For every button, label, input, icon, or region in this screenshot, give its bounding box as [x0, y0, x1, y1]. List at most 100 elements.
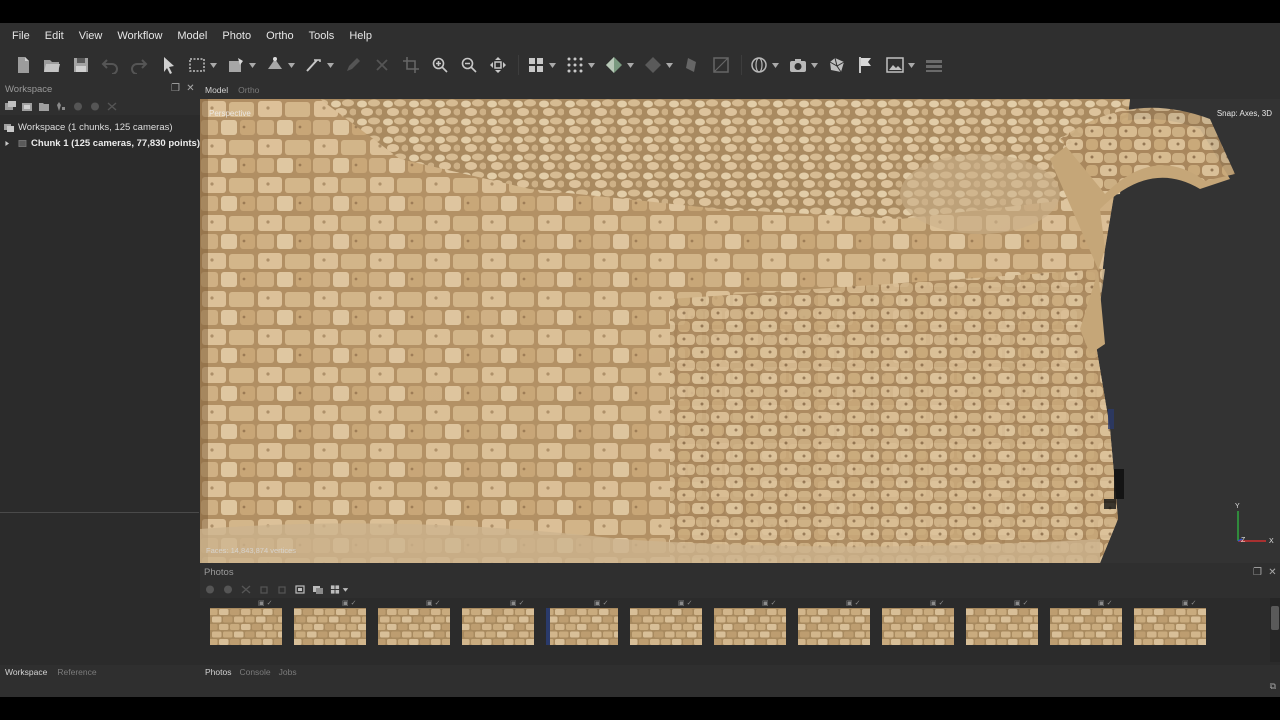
- photo-thumbnail[interactable]: ▣ ✓: [294, 600, 366, 645]
- reset-filter-icon[interactable]: [294, 584, 306, 595]
- add-chunk-icon[interactable]: [4, 101, 16, 112]
- region-icon[interactable]: [710, 54, 732, 76]
- delete-icon[interactable]: [371, 54, 393, 76]
- enable-icon[interactable]: [72, 101, 84, 112]
- menu-help[interactable]: Help: [349, 23, 372, 50]
- chunk-item[interactable]: Chunk 1 (125 cameras, 77,830 points): [0, 135, 200, 151]
- draw-polygon-icon[interactable]: [264, 54, 286, 76]
- photos-pane: Photos ❐ ✕ ▣ ✓ ▣ ✓ ▣ ✓ ▣ ✓ ▣ ✓ ▣ ✓ ▣ ✓ ▣ ✓ ▣ ✓ ▣ ✓ ▣ ✓ ▣ ✓: [200, 564, 1280, 665]
- chevron-down-icon[interactable]: [248, 54, 256, 76]
- menu-tools[interactable]: Tools: [309, 23, 335, 50]
- add-photos-icon[interactable]: [21, 101, 33, 112]
- zoom-in-icon[interactable]: [429, 54, 451, 76]
- photo-thumbnail[interactable]: ▣ ✓: [714, 600, 786, 645]
- menu-file[interactable]: File: [12, 23, 30, 50]
- tab-console[interactable]: Console: [239, 667, 270, 677]
- undock-icon[interactable]: ❐: [1252, 567, 1263, 578]
- show-cameras-icon[interactable]: [525, 54, 547, 76]
- photo-thumbnail[interactable]: ▣ ✓: [1134, 600, 1206, 645]
- chevron-down-icon[interactable]: [326, 54, 334, 76]
- mesh-icon[interactable]: [826, 54, 848, 76]
- move-object-icon[interactable]: [487, 54, 509, 76]
- chevron-down-icon[interactable]: [287, 54, 295, 76]
- rectangle-selection-icon[interactable]: [186, 54, 208, 76]
- scrollbar-thumb[interactable]: [1271, 606, 1279, 630]
- redo-icon[interactable]: [128, 54, 150, 76]
- photo-thumbnail[interactable]: ▣ ✓: [210, 600, 282, 645]
- menu-photo[interactable]: Photo: [222, 23, 251, 50]
- undock-icon[interactable]: ❐: [170, 84, 181, 94]
- camera-capture-icon[interactable]: [787, 54, 809, 76]
- photo-strip: ▣ ✓ ▣ ✓ ▣ ✓ ▣ ✓ ▣ ✓ ▣ ✓ ▣ ✓ ▣ ✓ ▣ ✓ ▣ ✓ ▣ ✓ ▣ ✓: [210, 600, 1206, 645]
- tab-photos[interactable]: Photos: [205, 667, 231, 677]
- view-tab-bar: Model Ortho: [200, 80, 1280, 99]
- remove-icon[interactable]: [106, 101, 118, 112]
- show-tiled-icon[interactable]: [642, 54, 664, 76]
- tab-jobs[interactable]: Jobs: [279, 667, 297, 677]
- flag-icon[interactable]: [855, 54, 877, 76]
- axis-x-label: X: [1269, 538, 1274, 545]
- tab-reference[interactable]: Reference: [57, 667, 96, 677]
- tab-model[interactable]: Model: [205, 85, 228, 95]
- menu-model[interactable]: Model: [177, 23, 207, 50]
- enable-icon[interactable]: [204, 584, 216, 595]
- rotate-left-icon[interactable]: [258, 584, 270, 595]
- show-points-icon[interactable]: [564, 54, 586, 76]
- draw-icon[interactable]: [342, 54, 364, 76]
- photo-thumbnail[interactable]: ▣ ✓: [462, 600, 534, 645]
- chevron-down-icon[interactable]: [907, 54, 915, 76]
- menu-workflow[interactable]: Workflow: [117, 23, 162, 50]
- rotate-right-icon[interactable]: [276, 584, 288, 595]
- disable-icon[interactable]: [222, 584, 234, 595]
- menu-ortho[interactable]: Ortho: [266, 23, 294, 50]
- add-marker-icon[interactable]: [55, 101, 67, 112]
- close-icon[interactable]: ✕: [1267, 567, 1278, 578]
- pane-divider[interactable]: [0, 512, 199, 513]
- workspace-root-item[interactable]: Workspace (1 chunks, 125 cameras): [0, 119, 200, 135]
- add-folder-icon[interactable]: [38, 101, 50, 112]
- ruler-icon[interactable]: [303, 54, 325, 76]
- open-icon[interactable]: [41, 54, 63, 76]
- photo-thumbnail[interactable]: ▣ ✓: [882, 600, 954, 645]
- layers-icon[interactable]: [923, 54, 945, 76]
- texture-icon[interactable]: [681, 54, 703, 76]
- photo-thumbnail[interactable]: ▣ ✓: [1050, 600, 1122, 645]
- globe-icon[interactable]: [748, 54, 770, 76]
- close-icon[interactable]: ✕: [185, 84, 196, 94]
- remove-icon[interactable]: [240, 584, 252, 595]
- chevron-down-icon[interactable]: [209, 54, 217, 76]
- chevron-down-icon[interactable]: [548, 54, 556, 76]
- photo-thumbnail[interactable]: ▣ ✓: [966, 600, 1038, 645]
- menu-view[interactable]: View: [79, 23, 103, 50]
- chevron-down-icon[interactable]: [587, 54, 595, 76]
- chevron-down-icon[interactable]: [810, 54, 818, 76]
- tab-workspace[interactable]: Workspace: [5, 667, 47, 677]
- new-icon[interactable]: [12, 54, 34, 76]
- resize-grip-icon[interactable]: ⧉: [1270, 681, 1276, 692]
- disable-icon[interactable]: [89, 101, 101, 112]
- model-viewport[interactable]: Perspective Snap: Axes, 3D Faces: 14,843…: [200, 99, 1280, 563]
- undo-icon[interactable]: [99, 54, 121, 76]
- photo-status-flags: ▣ ✓: [342, 600, 357, 607]
- view-mode-icon[interactable]: [330, 584, 350, 595]
- photos-scrollbar[interactable]: [1270, 598, 1280, 662]
- save-icon[interactable]: [70, 54, 92, 76]
- expand-arrow-icon[interactable]: [4, 139, 11, 148]
- zoom-out-icon[interactable]: [458, 54, 480, 76]
- chevron-down-icon[interactable]: [771, 54, 779, 76]
- show-model-icon[interactable]: [603, 54, 625, 76]
- photo-thumbnail[interactable]: ▣ ✓: [546, 600, 618, 645]
- photo-thumbnail[interactable]: ▣ ✓: [378, 600, 450, 645]
- image-icon[interactable]: [884, 54, 906, 76]
- menu-edit[interactable]: Edit: [45, 23, 64, 50]
- photo-thumbnail[interactable]: ▣ ✓: [630, 600, 702, 645]
- filter-icon[interactable]: [312, 584, 324, 595]
- photo-thumbnail[interactable]: ▣ ✓: [798, 600, 870, 645]
- photo-status-flags: ▣ ✓: [1014, 600, 1029, 607]
- chevron-down-icon[interactable]: [626, 54, 634, 76]
- shape-icon[interactable]: [225, 54, 247, 76]
- crop-icon[interactable]: [400, 54, 422, 76]
- chevron-down-icon[interactable]: [665, 54, 673, 76]
- navigation-icon[interactable]: [157, 54, 179, 76]
- tab-ortho[interactable]: Ortho: [238, 85, 259, 95]
